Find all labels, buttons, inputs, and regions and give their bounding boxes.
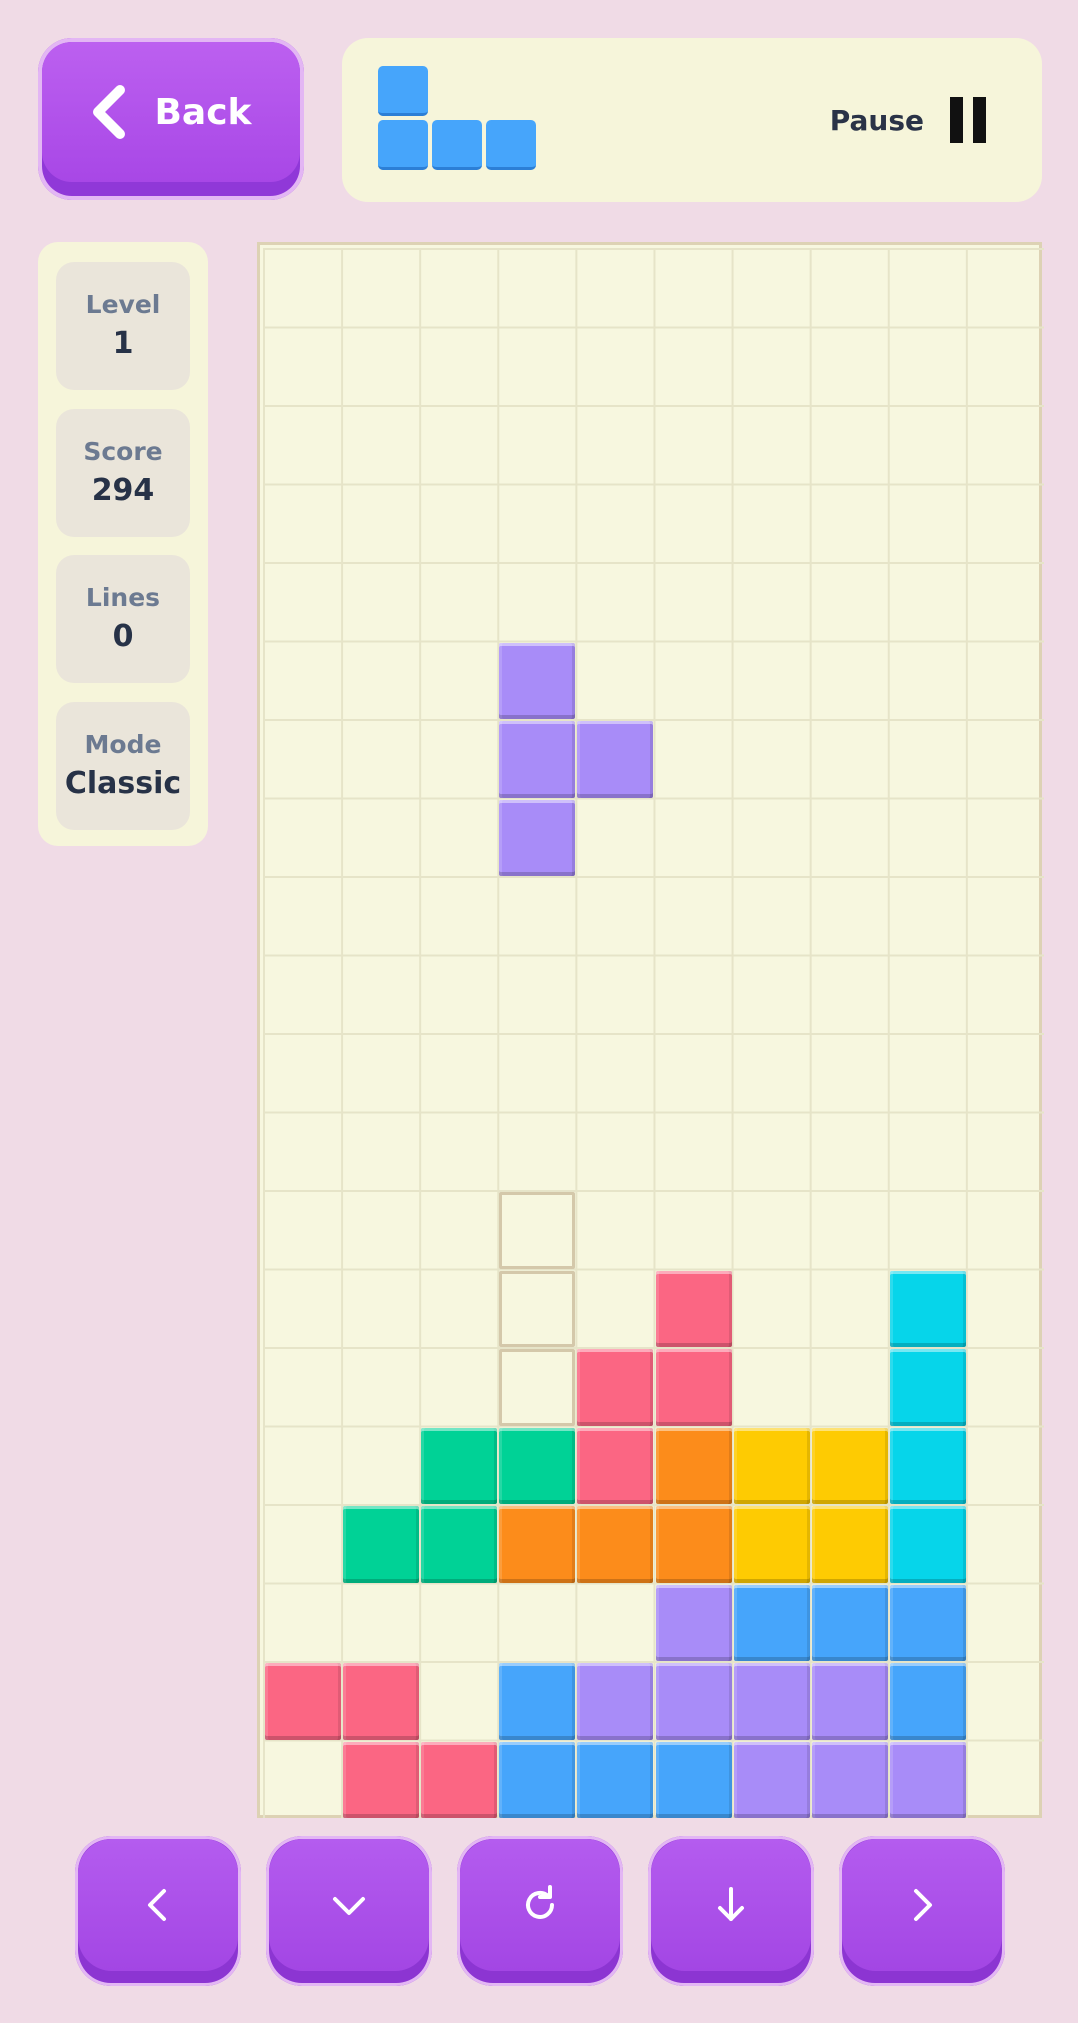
back-button-label: Back — [154, 91, 252, 133]
locked-block — [811, 1663, 888, 1740]
locked-block — [889, 1349, 966, 1426]
locked-block — [655, 1663, 732, 1740]
soft-drop-button[interactable] — [266, 1836, 432, 1986]
chevron-right-icon — [914, 1889, 932, 1921]
locked-block — [421, 1506, 498, 1583]
level-value: 1 — [112, 326, 134, 361]
ghost-block — [499, 1349, 576, 1426]
back-button[interactable]: Back — [38, 38, 304, 200]
score-label: Score — [83, 437, 163, 466]
lines-stat: Lines 0 — [56, 555, 190, 683]
active-piece-block — [499, 721, 576, 798]
rotate-icon — [526, 1885, 554, 1919]
locked-block — [265, 1663, 342, 1740]
pause-label: Pause — [829, 103, 924, 137]
hard-drop-button[interactable] — [648, 1836, 814, 1986]
level-stat: Level 1 — [56, 262, 190, 390]
pause-icon — [950, 97, 986, 143]
move-left-button[interactable] — [75, 1836, 241, 1986]
next-piece-block — [378, 66, 428, 116]
next-piece-block — [486, 120, 536, 170]
game-board[interactable] — [257, 242, 1044, 1818]
locked-block — [733, 1584, 810, 1661]
active-piece-block — [499, 799, 576, 876]
locked-block — [499, 1663, 576, 1740]
locked-block — [811, 1584, 888, 1661]
level-label: Level — [85, 290, 161, 319]
locked-block — [499, 1427, 576, 1504]
pause-button[interactable]: Pause — [830, 92, 986, 148]
locked-block — [577, 1427, 654, 1504]
locked-block — [343, 1506, 420, 1583]
locked-block — [889, 1270, 966, 1347]
locked-block — [811, 1427, 888, 1504]
locked-block — [655, 1584, 732, 1661]
top-panel: Pause — [342, 38, 1042, 202]
locked-block — [733, 1741, 810, 1818]
locked-block — [655, 1506, 732, 1583]
score-stat: Score 294 — [56, 409, 190, 537]
locked-block — [577, 1506, 654, 1583]
rotate-button[interactable] — [457, 1836, 623, 1986]
lines-label: Lines — [85, 583, 161, 612]
ghost-block — [499, 1270, 576, 1347]
mode-label: Mode — [84, 730, 162, 759]
chevron-left-icon — [93, 85, 126, 139]
locked-block — [577, 1349, 654, 1426]
locked-block — [811, 1741, 888, 1818]
locked-block — [733, 1427, 810, 1504]
next-piece-preview — [378, 66, 538, 176]
locked-block — [421, 1427, 498, 1504]
locked-block — [421, 1741, 498, 1818]
locked-block — [889, 1427, 966, 1504]
locked-block — [889, 1506, 966, 1583]
stats-panel: Level 1 Score 294 Lines 0 Mode Classic — [38, 242, 208, 846]
locked-block — [499, 1741, 576, 1818]
locked-block — [655, 1741, 732, 1818]
locked-block — [577, 1663, 654, 1740]
active-piece-block — [499, 642, 576, 719]
locked-block — [343, 1741, 420, 1818]
move-right-button[interactable] — [839, 1836, 1005, 1986]
locked-block — [499, 1506, 576, 1583]
arrow-down-icon — [718, 1887, 744, 1921]
locked-block — [733, 1663, 810, 1740]
active-piece-block — [577, 721, 654, 798]
ghost-block — [499, 1192, 576, 1269]
next-piece-block — [432, 120, 482, 170]
score-value: 294 — [91, 473, 155, 508]
locked-block — [733, 1506, 810, 1583]
locked-block — [889, 1584, 966, 1661]
locked-block — [655, 1427, 732, 1504]
locked-block — [889, 1663, 966, 1740]
locked-block — [811, 1506, 888, 1583]
locked-block — [655, 1349, 732, 1426]
board-grid — [263, 248, 1044, 1818]
locked-block — [577, 1741, 654, 1818]
locked-block — [889, 1741, 966, 1818]
next-piece-block — [378, 120, 428, 170]
mode-value: Classic — [64, 766, 182, 801]
locked-block — [343, 1663, 420, 1740]
locked-block — [655, 1270, 732, 1347]
mode-stat: Mode Classic — [56, 702, 190, 830]
controls-bar — [75, 1836, 1005, 1986]
lines-value: 0 — [112, 619, 134, 654]
chevron-down-icon — [333, 1897, 365, 1915]
chevron-left-icon — [148, 1889, 166, 1921]
